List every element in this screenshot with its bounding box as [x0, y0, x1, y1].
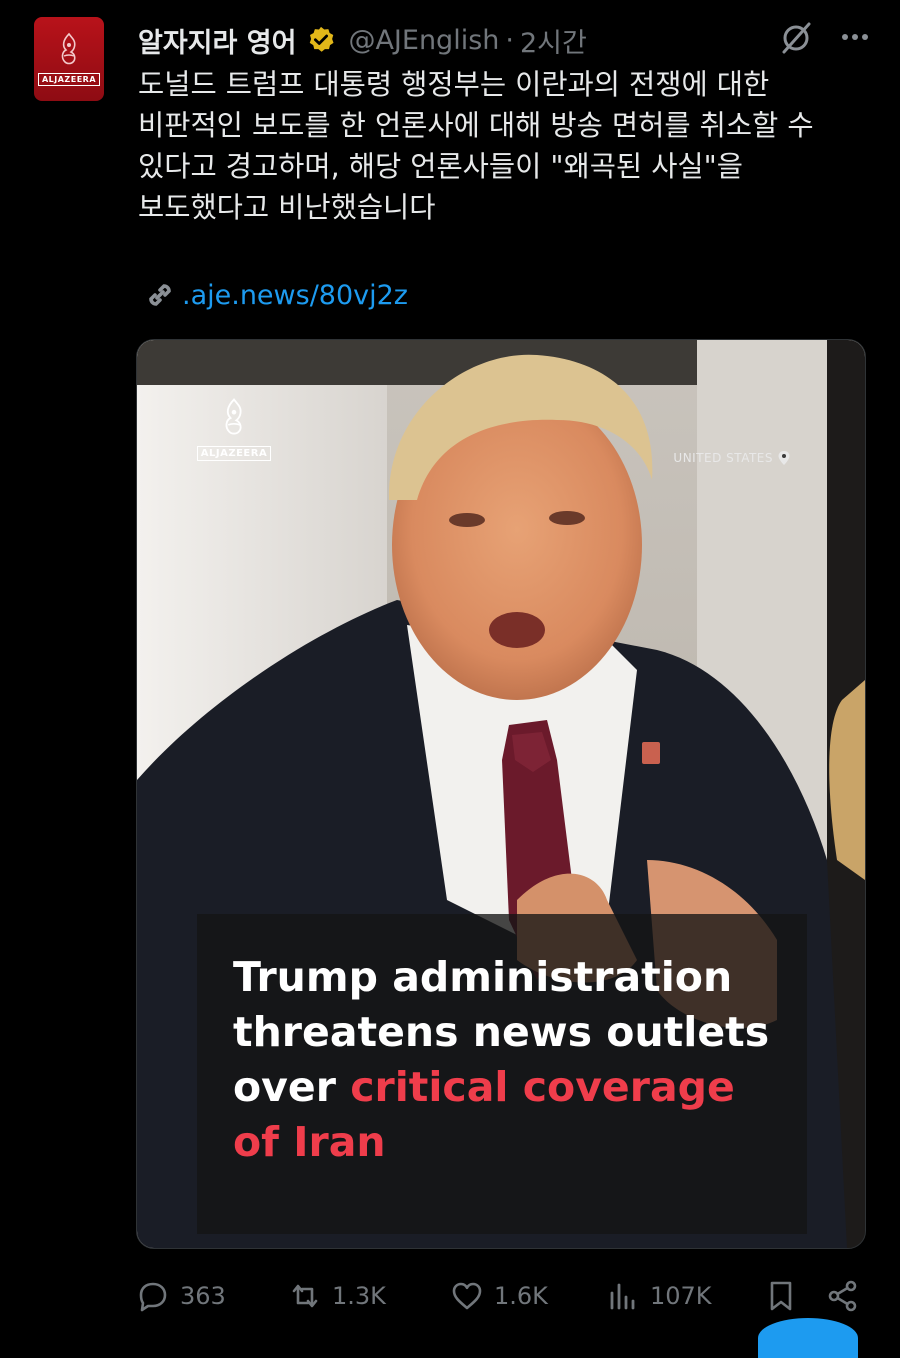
tweet-text: 도널드 트럼프 대통령 행정부는 이란과의 전쟁에 대한 비판적인 보도를 한 …	[138, 68, 814, 224]
aljazeera-emblem-icon	[225, 398, 242, 435]
tweet-header: 알자지라 영어 @AJEnglish · 2시간	[138, 20, 870, 60]
account-handle[interactable]: @AJEnglish	[348, 25, 499, 56]
link-icon	[149, 284, 171, 306]
avatar-wordmark: ALJAZEERA	[37, 73, 101, 86]
share-icon	[828, 1280, 857, 1312]
location-pin-icon	[778, 451, 790, 465]
link-text[interactable]: .aje.news/80vj2z	[182, 280, 408, 311]
floating-action-button[interactable]	[758, 1318, 858, 1358]
location-text: UNITED STATES	[673, 451, 773, 465]
verified-badge-icon[interactable]	[306, 25, 336, 55]
location-label: UNITED STATES	[673, 450, 791, 466]
avatar[interactable]: ALJAZEERA	[34, 17, 104, 101]
account-name[interactable]: 알자지라 영어	[138, 21, 296, 60]
action-bar: 363 1.3K 1.6K 107K	[136, 1276, 866, 1316]
separator-dot: ·	[505, 24, 514, 56]
reply-button[interactable]: 363	[136, 1276, 226, 1316]
views-button[interactable]: 107K	[606, 1276, 712, 1316]
reply-icon	[139, 1282, 167, 1312]
like-button[interactable]: 1.6K	[450, 1276, 548, 1316]
like-count: 1.6K	[494, 1282, 548, 1310]
media-aljazeera-logo: ALJAZEERA	[196, 396, 272, 466]
media-card[interactable]: ALJAZEERA UNITED STATES Trump administra…	[136, 339, 866, 1249]
repost-icon	[292, 1284, 318, 1308]
bookmark-button[interactable]	[764, 1276, 808, 1316]
bookmark-icon	[770, 1281, 792, 1311]
views-count: 107K	[650, 1282, 712, 1310]
aljazeera-logo-icon	[61, 32, 76, 65]
tweet-link[interactable]: .aje.news/80vj2z	[142, 275, 408, 315]
media-headline: Trump administration threatens news outl…	[233, 950, 793, 1170]
repost-button[interactable]: 1.3K	[288, 1276, 386, 1316]
reply-count: 363	[180, 1282, 226, 1310]
share-button[interactable]	[826, 1276, 870, 1316]
views-icon	[610, 1283, 635, 1310]
heart-icon	[452, 1282, 482, 1310]
media-wordmark: ALJAZEERA	[196, 446, 272, 461]
repost-count: 1.3K	[332, 1282, 386, 1310]
grok-icon[interactable]	[778, 20, 814, 56]
more-icon[interactable]	[840, 32, 870, 42]
timestamp[interactable]: 2시간	[520, 21, 587, 60]
